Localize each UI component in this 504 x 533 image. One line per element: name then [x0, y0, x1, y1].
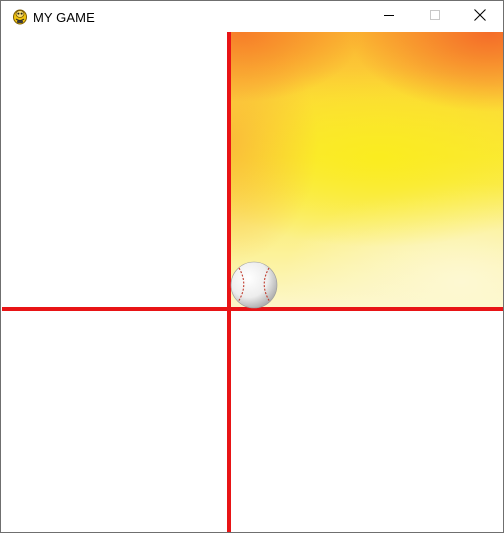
close-button[interactable] — [457, 1, 503, 32]
window-title: MY GAME — [33, 10, 95, 25]
pygame-icon — [12, 8, 28, 25]
minimize-icon — [383, 8, 395, 26]
maximize-button[interactable] — [412, 1, 458, 32]
title-bar[interactable]: MY GAME — [1, 1, 503, 32]
game-canvas[interactable] — [2, 32, 503, 532]
maximize-icon — [429, 8, 441, 26]
baseball-sprite — [229, 260, 279, 310]
game-window: MY GAME — [0, 0, 504, 533]
close-icon — [474, 8, 486, 26]
minimize-button[interactable] — [366, 1, 412, 32]
